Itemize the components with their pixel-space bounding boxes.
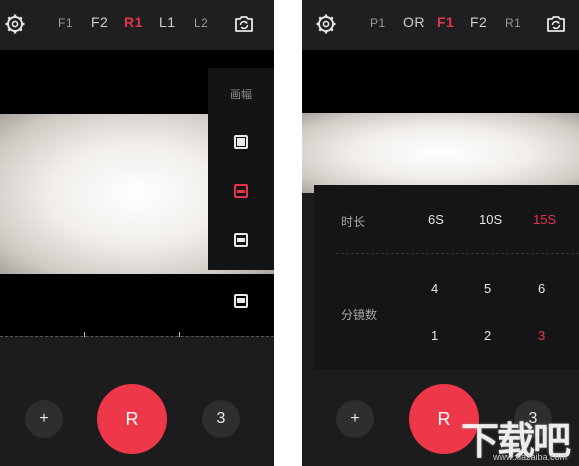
add-button[interactable]: + [25,400,63,438]
shots-option-4[interactable]: 4 [431,281,438,296]
tab-p1[interactable]: P1 [370,16,386,30]
shots-option-5[interactable]: 5 [484,281,491,296]
shots-option-2[interactable]: 2 [484,328,491,343]
aspect-option-cinema-icon[interactable] [234,184,248,198]
letterbox-bottom [0,274,274,336]
watermark: 下载吧 www.xiazaiba.com [457,406,577,464]
duration-option-10s[interactable]: 10S [479,212,502,227]
shot-count-label: 分镜数 [341,308,378,322]
top-bar: P1 OR F1 F2 R1 [302,0,579,50]
recording-settings-panel: 时长 6S 10S 15S 分镜数 4 5 6 1 2 3 [314,185,579,370]
tab-f2[interactable]: F2 [470,14,487,30]
timeline-marker [179,332,180,337]
record-button[interactable]: R [97,384,167,454]
tab-f1[interactable]: F1 [437,14,454,30]
camera-preview[interactable] [302,113,579,193]
letterbox-top [302,50,579,113]
tab-or[interactable]: OR [403,14,425,30]
aspect-option-standard-icon[interactable] [234,294,248,308]
settings-gear-icon[interactable] [315,13,337,35]
shots-option-1[interactable]: 1 [431,328,438,343]
camera-switch-icon[interactable] [545,13,567,35]
add-button[interactable]: + [336,400,374,438]
tab-f1[interactable]: F1 [58,16,73,30]
shot-count-button[interactable]: 3 [202,400,240,438]
duration-option-15s[interactable]: 15S [533,212,556,227]
duration-label: 时长 [341,215,366,229]
aspect-option-square-icon[interactable] [234,135,248,149]
tab-f2[interactable]: F2 [91,14,108,30]
panel-divider [336,253,579,254]
tab-r1[interactable]: R1 [505,16,521,30]
duration-option-6s[interactable]: 6S [428,212,444,227]
tab-l1[interactable]: L1 [159,14,176,30]
settings-gear-icon[interactable] [4,13,26,35]
left-phone-screen: F1 F2 R1 L1 L2 画幅 + R 3 [0,0,274,466]
right-phone-screen: P1 OR F1 F2 R1 时长 6S 10S 15S 分镜数 4 5 6 1… [302,0,579,466]
aspect-ratio-panel: 画幅 [208,68,274,270]
shots-option-6[interactable]: 6 [538,281,545,296]
top-bar: F1 F2 R1 L1 L2 [0,0,274,50]
aspect-option-wide-icon[interactable] [234,233,248,247]
tab-r1[interactable]: R1 [124,14,143,30]
timeline-marker [84,332,85,337]
camera-switch-icon[interactable] [233,13,255,35]
aspect-panel-title: 画幅 [230,89,252,101]
watermark-url: www.xiazaiba.com [492,452,567,462]
tab-l2[interactable]: L2 [194,16,208,30]
shots-option-3[interactable]: 3 [538,328,545,343]
